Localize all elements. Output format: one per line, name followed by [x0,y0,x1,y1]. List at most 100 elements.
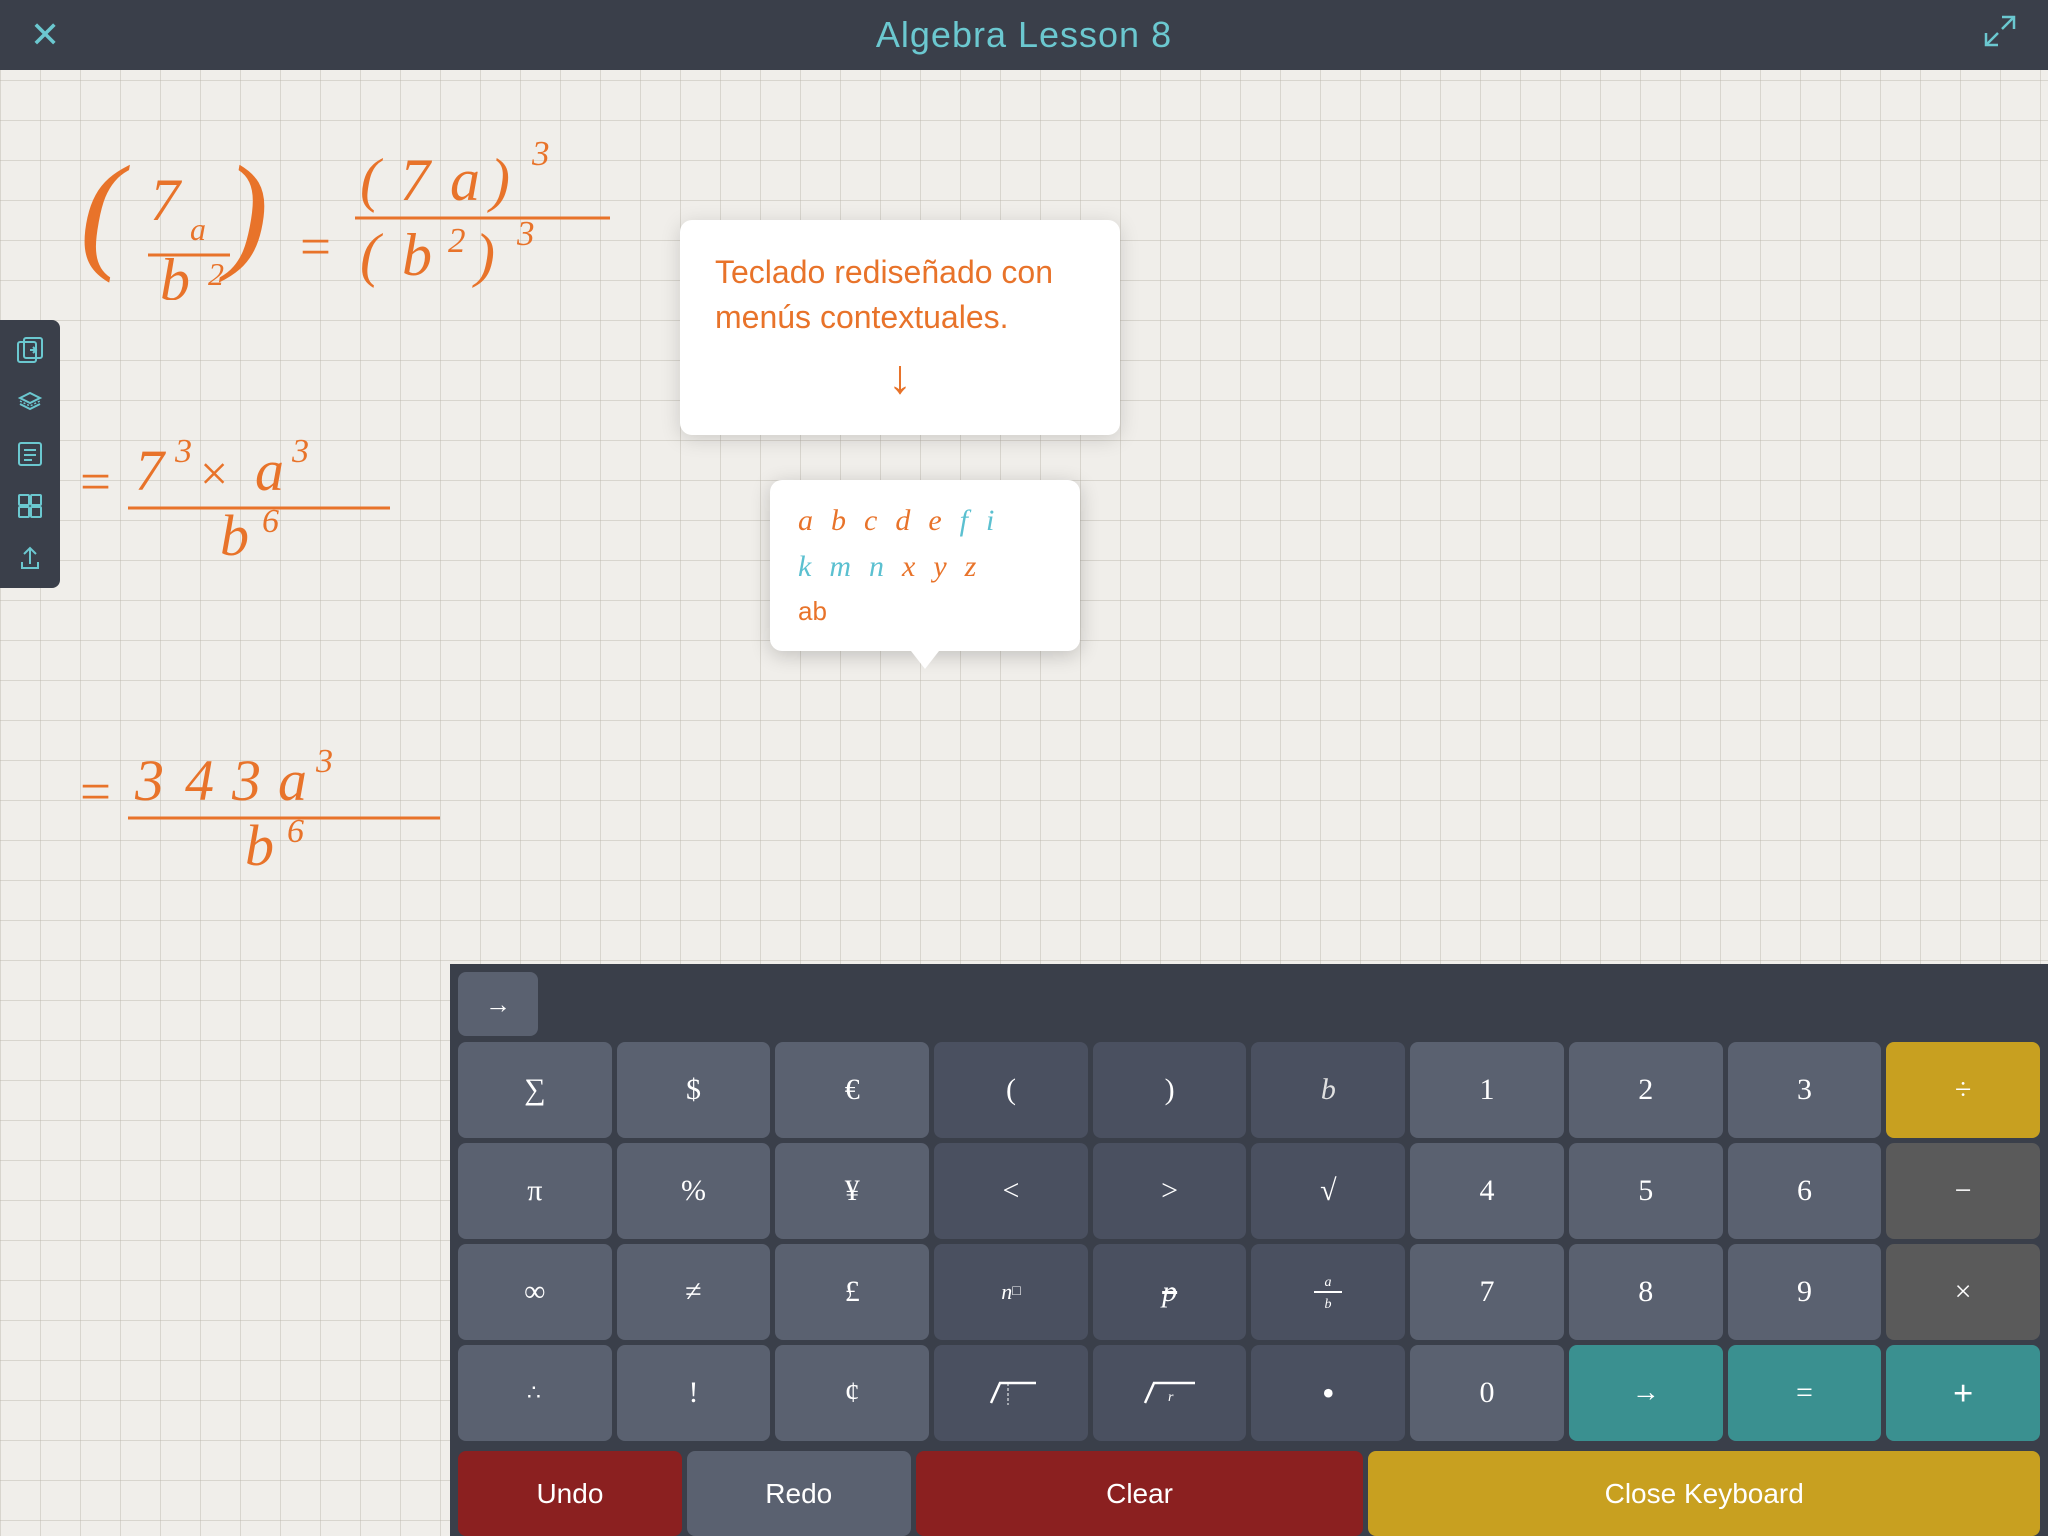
var-a[interactable]: a [798,504,813,538]
key-5[interactable]: 5 [1569,1143,1723,1239]
var-i[interactable]: i [986,504,994,538]
svg-text:×: × [200,445,228,501]
equation-top: ( 7 a b 2 ) = ( 7 a ) 3 ( b 2 ) 3 [70,100,630,300]
svg-text:=: = [80,761,111,822]
key-pound[interactable]: £ [775,1244,929,1340]
svg-text:3: 3 [134,748,164,813]
svg-text:3: 3 [315,743,333,780]
var-x[interactable]: x [902,550,915,584]
key-plus[interactable]: + [1886,1345,2040,1441]
equation-bot: = 3 4 3 a 3 b 6 [70,710,490,870]
var-c[interactable]: c [864,504,877,538]
redo-button[interactable]: Redo [687,1451,911,1536]
svg-text:a: a [1325,1275,1332,1290]
key-9[interactable]: 9 [1728,1244,1882,1340]
key-8[interactable]: 8 [1569,1244,1723,1340]
var-b[interactable]: b [831,504,846,538]
key-times[interactable]: × [1886,1244,2040,1340]
key-dot[interactable]: • [1251,1345,1405,1441]
var-d[interactable]: d [895,504,910,538]
key-neq[interactable]: ≠ [617,1244,771,1340]
arrow-row: → [458,972,2040,1036]
svg-text:a: a [450,147,480,213]
key-rparen[interactable]: ) [1093,1042,1247,1138]
key-yen[interactable]: ¥ [775,1143,929,1239]
key-sqrt-r[interactable]: r [1093,1345,1247,1441]
key-nsup[interactable]: n□ [934,1244,1088,1340]
left-sidebar [0,320,60,588]
svg-text:7: 7 [400,147,433,213]
key-1[interactable]: 1 [1410,1042,1564,1138]
key-lt[interactable]: < [934,1143,1088,1239]
svg-text:3: 3 [174,433,192,470]
key-b-var[interactable]: b [1251,1042,1405,1138]
var-k[interactable]: k [798,550,811,584]
keyboard-row-2: π % ¥ < > √ 4 5 6 − [458,1143,2040,1239]
var-f[interactable]: f [960,504,968,538]
close-button[interactable]: ✕ [30,14,60,56]
svg-text:3: 3 [291,433,309,470]
sidebar-copy-icon[interactable] [10,330,50,370]
svg-text:b: b [220,503,249,560]
sidebar-grid-icon[interactable] [10,486,50,526]
svg-text:(: ( [360,222,384,288]
var-ab[interactable]: ab [798,596,1052,627]
var-z[interactable]: z [965,550,977,584]
svg-text:2: 2 [448,221,466,260]
key-2[interactable]: 2 [1569,1042,1723,1138]
var-row-2: k m n x y z [798,550,1052,584]
key-0[interactable]: 0 [1410,1345,1564,1441]
tooltip-bubble: Teclado rediseñado con menús contextuale… [680,220,1120,435]
key-inf[interactable]: ∞ [458,1244,612,1340]
key-4[interactable]: 4 [1410,1143,1564,1239]
var-n[interactable]: n [869,550,884,584]
close-keyboard-button[interactable]: Close Keyboard [1368,1451,2040,1536]
key-lparen[interactable]: ( [934,1042,1088,1138]
svg-text:a: a [190,211,206,247]
key-slash-var[interactable]: p [1093,1244,1247,1340]
action-bar: Undo Redo Clear Close Keyboard [458,1446,2040,1536]
var-y[interactable]: y [933,550,946,584]
key-pi[interactable]: π [458,1143,612,1239]
key-dollar[interactable]: $ [617,1042,771,1138]
key-equals[interactable]: = [1728,1345,1882,1441]
key-sqrt-bar[interactable] [934,1345,1088,1441]
key-cent[interactable]: ¢ [775,1345,929,1441]
svg-text:=: = [300,216,331,277]
key-sum[interactable]: ∑ [458,1042,612,1138]
key-exclaim[interactable]: ! [617,1345,771,1441]
key-gt[interactable]: > [1093,1143,1247,1239]
tooltip-text: Teclado rediseñado con menús contextuale… [715,250,1085,340]
undo-button[interactable]: Undo [458,1451,682,1536]
key-3[interactable]: 3 [1728,1042,1882,1138]
key-minus[interactable]: − [1886,1143,2040,1239]
key-divide[interactable]: ÷ [1886,1042,2040,1138]
clear-button[interactable]: Clear [916,1451,1364,1536]
sidebar-layers-icon[interactable] [10,382,50,422]
keyboard-row-1: ∑ $ € ( ) b 1 2 3 ÷ [458,1042,2040,1138]
key-percent[interactable]: % [617,1143,771,1239]
svg-text:2: 2 [208,256,224,292]
tooltip-arrow: ↓ [715,350,1085,405]
sidebar-share-icon[interactable] [10,538,50,578]
var-e[interactable]: e [928,504,941,538]
svg-text:a: a [278,748,307,813]
var-m[interactable]: m [829,550,851,584]
key-6[interactable]: 6 [1728,1143,1882,1239]
svg-text:(: ( [360,147,384,213]
var-row-1: a b c d e f i [798,504,1052,538]
key-arrow-right[interactable]: → [1569,1345,1723,1441]
sidebar-notes-icon[interactable] [10,434,50,474]
key-frac[interactable]: a b [1251,1244,1405,1340]
svg-text:): ) [487,147,510,213]
svg-text:a: a [255,438,284,503]
key-therefore[interactable]: ∴ [458,1345,612,1441]
arrow-key[interactable]: → [458,972,538,1036]
expand-button[interactable] [1982,13,2018,57]
keyboard-row-3: ∞ ≠ £ n□ p a b 7 8 9 × [458,1244,2040,1340]
key-euro[interactable]: € [775,1042,929,1138]
svg-text:3: 3 [231,748,261,813]
key-sqrt[interactable]: √ [1251,1143,1405,1239]
key-7[interactable]: 7 [1410,1244,1564,1340]
svg-text:): ) [472,222,495,288]
